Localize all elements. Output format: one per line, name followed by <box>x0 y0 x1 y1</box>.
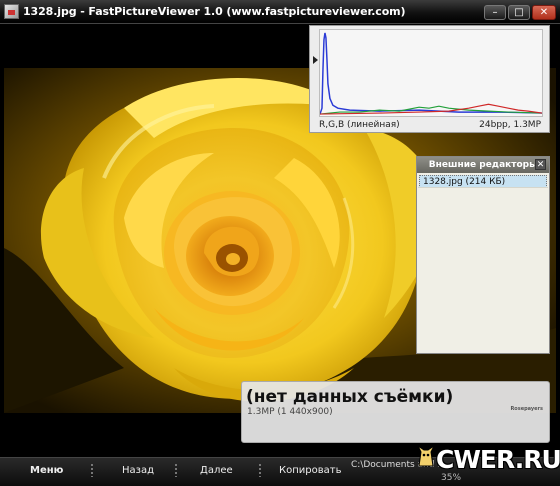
next-button[interactable]: Далее <box>200 465 233 476</box>
editors-panel-title: Внешние редакторы <box>428 160 538 170</box>
title-bar: 1328.jpg - FastPictureViewer 1.0 (www.fa… <box>0 0 560 24</box>
histogram-format-label: 24bpp, 1.3MP <box>479 120 541 130</box>
exif-status: (нет данных съёмки) <box>246 387 454 407</box>
toolbar-grip <box>174 463 178 477</box>
logo: Rosepayers <box>510 406 543 412</box>
toolbar-grip <box>90 463 94 477</box>
image-info-overlay: (нет данных съёмки) 1.3MP (1 440x900) Ro… <box>241 381 550 443</box>
copy-button[interactable]: Копировать <box>279 465 341 476</box>
histogram-channel-label: R,G,B (линейная) <box>319 120 400 130</box>
maximize-button[interactable]: □ <box>508 5 530 20</box>
minimize-button[interactable]: – <box>484 5 506 20</box>
app-icon[interactable] <box>4 4 19 19</box>
histogram-blue-curve <box>320 32 542 115</box>
menu-button[interactable]: Меню <box>30 465 63 476</box>
divider <box>418 187 548 188</box>
external-editors-panel: Внешние редакторы ✕ 1328.jpg (214 КБ) <box>416 156 550 354</box>
histogram-panel: R,G,B (линейная) 24bpp, 1.3MP <box>309 25 550 133</box>
cat-logo-icon <box>416 444 436 467</box>
image-resolution: 1.3MP (1 440x900) <box>247 407 333 417</box>
histogram-plot <box>319 29 543 117</box>
histogram-marker-icon[interactable] <box>313 56 318 64</box>
close-icon[interactable]: ✕ <box>535 159 546 170</box>
window-title: 1328.jpg - FastPictureViewer 1.0 (www.fa… <box>23 5 406 18</box>
close-button[interactable]: ✕ <box>532 5 556 20</box>
editors-panel-header: Внешние редакторы ✕ <box>417 157 549 173</box>
zoom-level: 35% <box>441 473 462 483</box>
toolbar-grip <box>258 463 262 477</box>
watermark: CWER.RU <box>436 445 560 474</box>
back-button[interactable]: Назад <box>122 465 154 476</box>
